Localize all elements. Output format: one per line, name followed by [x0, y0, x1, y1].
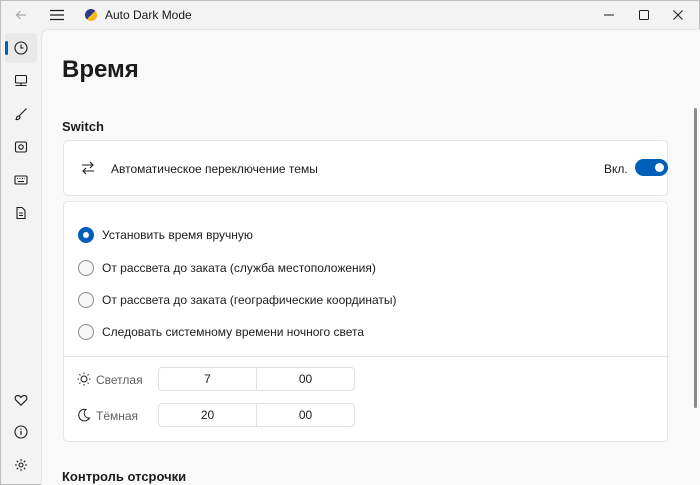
arrow-left-icon	[15, 10, 26, 20]
nav-item-scripts[interactable]	[5, 198, 37, 228]
page-title: Время	[62, 56, 139, 83]
toggle-knob	[655, 163, 664, 172]
close-button[interactable]	[655, 1, 700, 29]
gear-icon	[15, 459, 27, 471]
auto-switch-toggle[interactable]	[635, 159, 668, 176]
dark-hour[interactable]: 20	[159, 404, 256, 426]
nav-item-settings[interactable]	[5, 450, 37, 480]
nav-item-time[interactable]	[5, 33, 37, 63]
document-icon	[16, 206, 26, 220]
maximize-icon	[639, 10, 649, 20]
nav-item-personalization[interactable]	[5, 99, 37, 129]
keyboard-icon	[14, 175, 28, 185]
dark-minute[interactable]: 00	[256, 404, 354, 426]
radio-button[interactable]	[78, 260, 94, 276]
nav-item-donate[interactable]	[5, 385, 37, 415]
radio-label: От рассвета до заката (географические ко…	[102, 293, 397, 307]
sun-icon	[77, 372, 91, 386]
window-title: Auto Dark Mode	[105, 8, 192, 22]
auto-switch-card: Автоматическое переключение темы Вкл.	[63, 140, 668, 196]
schedule-mode-card: Установить время вручную От рассвета до …	[63, 201, 669, 442]
title-bar: Auto Dark Mode	[1, 1, 700, 29]
divider	[64, 356, 669, 357]
radio-label: Установить время вручную	[102, 228, 253, 242]
content-area: Время Switch Автоматическое переключение…	[41, 29, 700, 485]
radio-label: От рассвета до заката (служба местополож…	[102, 261, 376, 275]
radio-sunset-location[interactable]: От рассвета до заката (служба местополож…	[78, 259, 376, 277]
navigation-rail	[1, 29, 41, 485]
app-window: Auto Dark Mode Время Switch Автоматическ…	[0, 0, 700, 485]
back-button[interactable]	[9, 4, 33, 26]
clock-icon	[14, 41, 28, 55]
light-time-label: Светлая	[96, 373, 143, 387]
heart-icon	[14, 394, 28, 406]
dark-time-picker[interactable]: 20 00	[158, 403, 355, 427]
radio-label: Следовать системному времени ночного све…	[102, 325, 365, 339]
monitor-icon	[14, 74, 28, 87]
close-icon	[673, 10, 683, 20]
switch-arrows-icon	[82, 161, 94, 175]
hamburger-menu-button[interactable]	[45, 4, 69, 26]
info-icon	[14, 425, 28, 439]
radio-manual-time[interactable]: Установить время вручную	[78, 226, 253, 244]
dark-time-label: Тёмная	[96, 409, 139, 423]
nav-item-wallpaper[interactable]	[5, 132, 37, 162]
nav-item-hotkeys[interactable]	[5, 165, 37, 195]
brush-icon	[15, 108, 27, 121]
toggle-state-label: Вкл.	[604, 162, 628, 176]
section-title-switch: Switch	[62, 119, 104, 134]
nav-item-about[interactable]	[5, 417, 37, 447]
moon-icon	[78, 408, 91, 422]
light-minute[interactable]: 00	[256, 368, 354, 390]
radio-button[interactable]	[78, 227, 94, 243]
light-time-picker[interactable]: 7 00	[158, 367, 355, 391]
nav-item-apps[interactable]	[5, 66, 37, 96]
picture-settings-icon	[14, 141, 28, 153]
radio-button[interactable]	[78, 324, 94, 340]
radio-button[interactable]	[78, 292, 94, 308]
vertical-scrollbar[interactable]	[694, 108, 697, 408]
auto-switch-label: Автоматическое переключение темы	[111, 162, 318, 176]
hamburger-icon	[50, 9, 64, 21]
minimize-icon	[604, 14, 614, 16]
radio-sunset-coordinates[interactable]: От рассвета до заката (географические ко…	[78, 291, 397, 309]
radio-night-light[interactable]: Следовать системному времени ночного све…	[78, 323, 364, 341]
app-logo-icon	[85, 9, 97, 21]
light-hour[interactable]: 7	[159, 368, 256, 390]
section-title-postpone: Контроль отсрочки	[62, 469, 187, 484]
